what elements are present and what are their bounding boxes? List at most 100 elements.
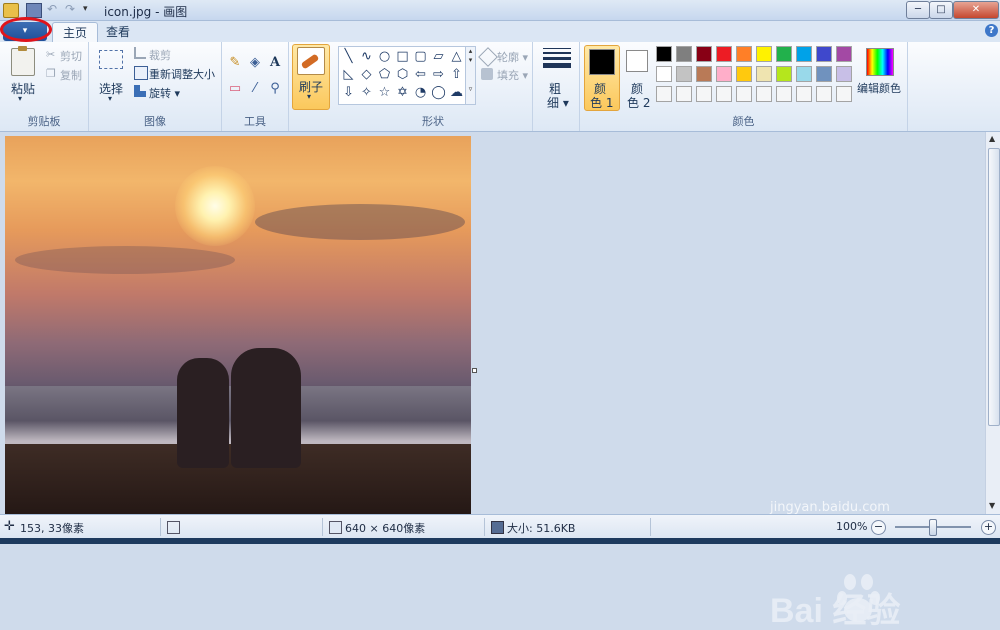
palette-swatch[interactable] [836, 46, 852, 62]
shape-callout-oval[interactable]: ◯ [430, 84, 447, 101]
palette-swatch[interactable] [816, 66, 832, 82]
shape-hexagon[interactable]: ⬡ [394, 66, 411, 83]
color2-swatch[interactable] [626, 50, 648, 72]
palette-swatch[interactable] [776, 46, 792, 62]
palette-swatch[interactable] [836, 86, 852, 102]
palette-swatch[interactable] [776, 86, 792, 102]
gallery-expand-icon[interactable]: ▿ [466, 85, 475, 94]
palette-swatch[interactable] [756, 86, 772, 102]
edit-colors-icon[interactable] [866, 48, 894, 76]
select-rectangle-icon[interactable] [99, 50, 123, 69]
shape-diamond[interactable]: ◇ [358, 66, 375, 83]
shape-curve[interactable]: ∿ [358, 48, 375, 65]
palette-swatch[interactable] [796, 86, 812, 102]
palette-swatch[interactable] [816, 86, 832, 102]
pencil-icon[interactable]: ✎ [226, 54, 244, 71]
palette-swatch[interactable] [736, 46, 752, 62]
cut-button[interactable]: 剪切 [60, 48, 82, 64]
palette-swatch[interactable] [736, 86, 752, 102]
paste-button[interactable]: 粘贴 [11, 80, 35, 97]
shape-arrow-left[interactable]: ⇦ [412, 66, 429, 83]
vertical-scrollbar[interactable]: ▲ ▼ [985, 132, 1000, 514]
scroll-up-icon[interactable]: ▴ [466, 47, 475, 56]
magnifier-icon[interactable]: ⚲ [266, 80, 284, 97]
shape-rounded-rectangle[interactable]: ▢ [412, 48, 429, 65]
canvas-image[interactable] [5, 136, 471, 514]
shape-polygon[interactable]: ▱ [430, 48, 447, 65]
save-icon[interactable] [26, 3, 42, 18]
shape-rectangle[interactable]: □ [394, 48, 411, 65]
palette-swatch[interactable] [676, 46, 692, 62]
red-circle-annotation [0, 17, 52, 42]
zoom-slider-thumb[interactable] [929, 519, 937, 536]
palette-swatch[interactable] [656, 46, 672, 62]
shape-triangle[interactable]: △ [448, 48, 465, 65]
scroll-up-icon[interactable]: ▲ [989, 134, 995, 143]
zoom-in-button[interactable]: + [981, 520, 996, 535]
resize-button[interactable]: 重新调整大小 [149, 66, 215, 82]
palette-swatch[interactable] [696, 86, 712, 102]
shape-line[interactable]: ╲ [340, 48, 357, 65]
text-tool-icon[interactable]: A [266, 54, 284, 71]
line-size-icon[interactable] [543, 48, 571, 74]
shape-pentagon[interactable]: ⬠ [376, 66, 393, 83]
edit-colors-button[interactable]: 编辑颜色 [857, 80, 901, 96]
palette-swatch[interactable] [676, 66, 692, 82]
redo-icon[interactable]: ↷ [63, 3, 77, 16]
outline-button[interactable]: 轮廓 ▾ [497, 49, 528, 65]
scroll-down-icon[interactable]: ▾ [466, 56, 475, 65]
size-label-line2[interactable]: 细 ▾ [547, 94, 569, 111]
palette-swatch[interactable] [716, 86, 732, 102]
palette-swatch[interactable] [796, 66, 812, 82]
scroll-down-icon[interactable]: ▼ [989, 501, 995, 510]
close-button[interactable]: ✕ [953, 1, 999, 19]
shape-arrow-right[interactable]: ⇨ [430, 66, 447, 83]
palette-swatch[interactable] [656, 86, 672, 102]
color-picker-icon[interactable]: ⁄ [246, 80, 264, 97]
copy-button[interactable]: 复制 [60, 67, 82, 83]
palette-swatch[interactable] [696, 66, 712, 82]
shapes-gallery-scroll[interactable]: ▴ ▾ ▿ [465, 46, 476, 105]
chevron-down-icon[interactable]: ▾ [108, 94, 112, 103]
canvas-area[interactable]: Bai 经验 jingyan.baidu.com [0, 132, 985, 630]
rotate-button[interactable]: 旋转 ▾ [149, 85, 180, 101]
scrollbar-thumb[interactable] [988, 148, 1000, 426]
minimize-button[interactable]: ─ [906, 1, 930, 19]
shape-arrow-up[interactable]: ⇧ [448, 66, 465, 83]
shape-right-triangle[interactable]: ◺ [340, 66, 357, 83]
shape-arrow-down[interactable]: ⇩ [340, 84, 357, 101]
shape-callout-cloud[interactable]: ☁ [448, 84, 465, 101]
eraser-icon[interactable]: ▭ [226, 80, 244, 97]
undo-icon[interactable]: ↶ [45, 3, 59, 16]
paste-icon[interactable] [11, 46, 35, 76]
shape-callout-round[interactable]: ◔ [412, 84, 429, 101]
palette-swatch[interactable] [716, 66, 732, 82]
palette-swatch[interactable] [836, 66, 852, 82]
zoom-out-button[interactable]: − [871, 520, 886, 535]
palette-swatch[interactable] [756, 46, 772, 62]
help-icon[interactable]: ? [985, 24, 998, 37]
palette-swatch[interactable] [736, 66, 752, 82]
tab-home[interactable]: 主页 [52, 22, 99, 43]
shape-star-six[interactable]: ✡ [394, 84, 411, 101]
palette-swatch[interactable] [696, 46, 712, 62]
palette-swatch[interactable] [716, 46, 732, 62]
palette-swatch[interactable] [656, 66, 672, 82]
shape-star-four[interactable]: ✧ [358, 84, 375, 101]
shape-oval[interactable]: ○ [376, 48, 393, 65]
color2-label-line2[interactable]: 色 2 [627, 94, 650, 111]
fill-bucket-icon[interactable]: ◈ [246, 54, 264, 71]
maximize-button[interactable]: □ [929, 1, 953, 19]
crop-button[interactable]: 裁剪 [149, 47, 171, 63]
palette-swatch[interactable] [796, 46, 812, 62]
palette-swatch[interactable] [816, 46, 832, 62]
tab-view[interactable]: 查看 [96, 22, 140, 42]
customize-quick-access-icon[interactable]: ▾ [83, 3, 97, 16]
canvas-resize-handle[interactable] [472, 368, 477, 373]
fill-button[interactable]: 填充 ▾ [497, 67, 528, 83]
shape-star-five[interactable]: ☆ [376, 84, 393, 101]
palette-swatch[interactable] [776, 66, 792, 82]
chevron-down-icon[interactable]: ▾ [18, 94, 22, 103]
palette-swatch[interactable] [756, 66, 772, 82]
palette-swatch[interactable] [676, 86, 692, 102]
